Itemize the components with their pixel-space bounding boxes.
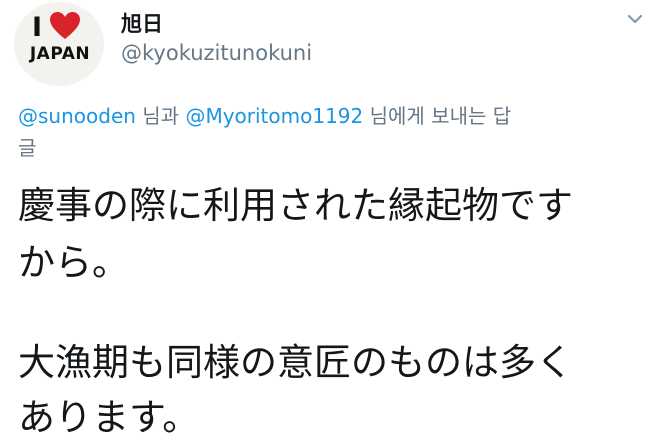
heart-icon xyxy=(50,12,80,39)
avatar[interactable]: I JAPAN xyxy=(14,2,104,86)
tweet-text-line: 大漁期も同様の意匠のものは多く xyxy=(18,341,573,384)
reply-suffix: 님에게 보내는 답 xyxy=(363,104,512,128)
display-name[interactable]: 旭日 xyxy=(121,8,163,38)
user-handle[interactable]: @kyokuzitunokuni xyxy=(121,41,312,65)
mention-link[interactable]: @sunooden xyxy=(18,104,136,128)
avatar-text: JAPAN xyxy=(29,44,91,64)
chevron-down-icon[interactable] xyxy=(626,12,644,26)
reply-tail: 글 xyxy=(18,136,37,160)
reply-context: @sunooden 님과 @Myoritomo1192 님에게 보내는 답 xyxy=(18,101,638,131)
mention-link[interactable]: @Myoritomo1192 xyxy=(185,104,363,128)
tweet-text-line: 慶事の際に利用された縁起物です xyxy=(18,184,573,227)
avatar-letter: I xyxy=(32,12,43,43)
tweet-text-line: から。 xyxy=(18,241,129,284)
tweet-text-line: あります。 xyxy=(18,396,200,439)
reply-connector: 님과 xyxy=(135,104,186,128)
